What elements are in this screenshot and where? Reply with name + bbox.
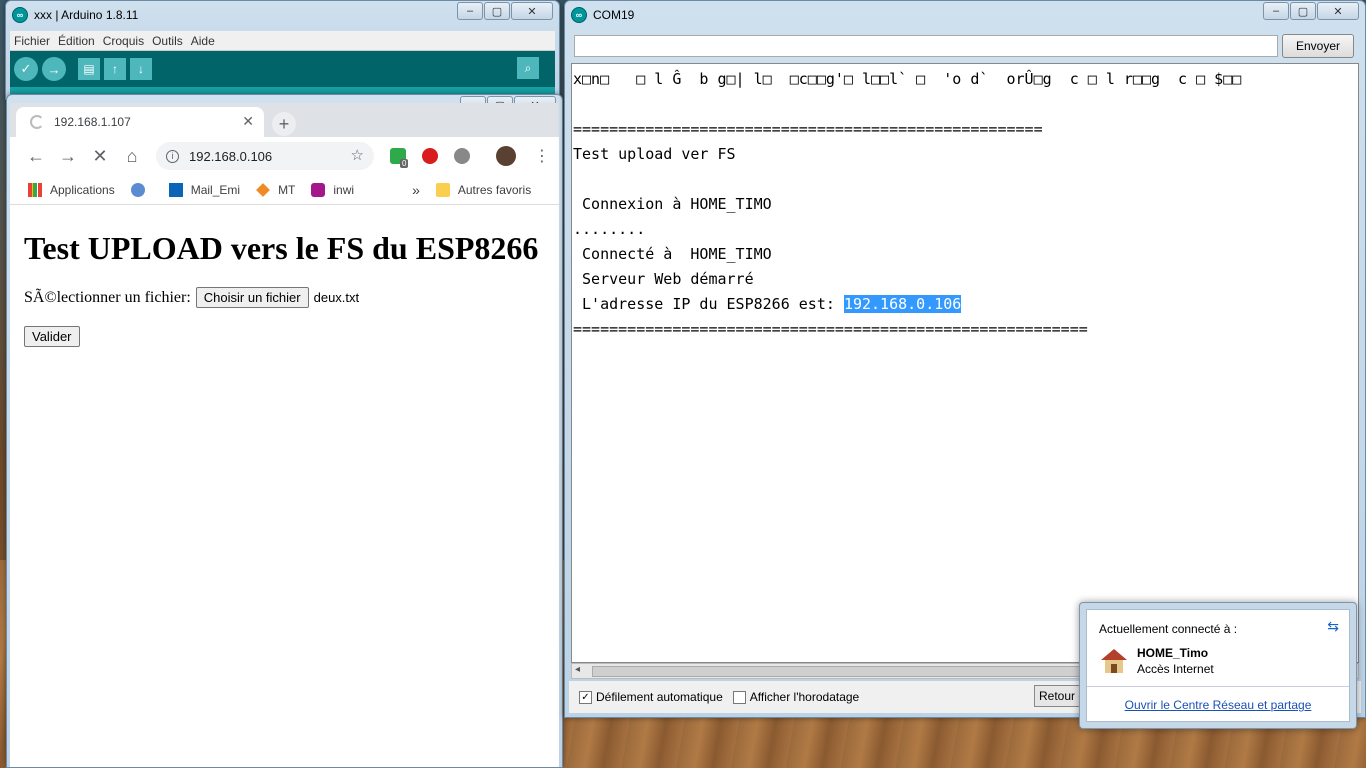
new-tab-button[interactable]: + xyxy=(272,112,296,136)
network-popup: Actuellement connecté à : ⇆ HOME_Timo Ac… xyxy=(1079,602,1357,729)
file-label: SÃ©lectionner un fichier: xyxy=(24,288,191,306)
outlook-icon xyxy=(168,182,183,197)
bookmark-inwi[interactable]: inwi xyxy=(311,182,354,197)
toolbar: ← → ✕ ⌂ i 192.168.0.106 ☆ 0 ⋮ xyxy=(10,137,559,175)
arduino-logo-icon: ∞ xyxy=(571,7,587,23)
output-line: x□n□ □ l Ĝ b g□| l□ □c□□g'□ l□□l` □ 'o … xyxy=(573,70,1242,88)
minimize-button[interactable]: – xyxy=(457,2,483,20)
output-line: ........ xyxy=(573,220,646,238)
folder-icon xyxy=(435,182,450,197)
close-button[interactable]: ✕ xyxy=(511,2,553,20)
address-bar[interactable]: i 192.168.0.106 ☆ xyxy=(156,142,374,170)
new-sketch-icon[interactable]: ▤ xyxy=(78,58,100,80)
bookmark-globe[interactable] xyxy=(130,182,153,197)
maximize-button[interactable]: ▢ xyxy=(1290,2,1316,20)
page-heading: Test UPLOAD vers le FS du ESP8266 xyxy=(24,230,539,266)
more-bookmarks-button[interactable]: » xyxy=(412,182,420,198)
timestamp-checkbox[interactable]: Afficher l'horodatage xyxy=(732,690,859,704)
chrome-window: – ▢ ✕ 192.168.1.107 ✕ + ← → ✕ ⌂ i 192.16… xyxy=(6,94,563,768)
home-network-icon xyxy=(1101,649,1127,673)
save-icon[interactable]: ↓ xyxy=(130,58,152,80)
mt-icon xyxy=(256,182,270,197)
send-button[interactable]: Envoyer xyxy=(1282,34,1354,58)
open-icon[interactable]: ↑ xyxy=(104,58,126,80)
choose-file-button[interactable]: Choisir un fichier xyxy=(195,287,309,308)
menu-edition[interactable]: Édition xyxy=(58,34,95,48)
web-page: Test UPLOAD vers le FS du ESP8266 SÃ©lec… xyxy=(10,206,559,767)
profile-avatar[interactable] xyxy=(496,146,516,166)
window-title: xxx | Arduino 1.8.11 xyxy=(34,8,139,22)
network-name: HOME_Timo xyxy=(1137,646,1209,660)
loading-spinner-icon xyxy=(30,115,44,129)
upload-icon[interactable]: → xyxy=(42,57,66,81)
stop-icon[interactable]: ✕ xyxy=(84,146,116,167)
back-icon[interactable]: ← xyxy=(20,146,52,167)
menu-croquis[interactable]: Croquis xyxy=(103,34,144,48)
bookmarks-bar: Applications Mail_Emi MT inwi » Autres f… xyxy=(10,175,559,205)
globe-icon xyxy=(130,182,145,197)
other-bookmarks-folder[interactable]: Autres favoris xyxy=(435,182,531,197)
network-center-link[interactable]: Ouvrir le Centre Réseau et partage xyxy=(1087,698,1349,712)
chrome-menu-icon[interactable]: ⋮ xyxy=(534,146,550,166)
serial-input-field[interactable] xyxy=(574,35,1278,57)
site-info-icon[interactable]: i xyxy=(166,149,179,163)
selected-ip-address: 192.168.0.106 xyxy=(843,295,962,313)
bookmark-mt[interactable]: MT xyxy=(256,183,295,197)
arduino-window: ∞ xxx | Arduino 1.8.11 – ▢ ✕ Fichier Édi… xyxy=(5,0,560,100)
serial-monitor-icon[interactable]: ⌕ xyxy=(517,57,539,79)
browser-tab[interactable]: 192.168.1.107 ✕ xyxy=(16,107,264,137)
output-line: Serveur Web démarré xyxy=(573,270,754,288)
tab-close-icon[interactable]: ✕ xyxy=(242,113,254,130)
home-icon[interactable]: ⌂ xyxy=(116,146,148,167)
menu-outils[interactable]: Outils xyxy=(152,34,183,48)
output-line: ========================================… xyxy=(573,320,1088,338)
menu-fichier[interactable]: Fichier xyxy=(14,34,50,48)
popup-header: Actuellement connecté à : xyxy=(1099,622,1238,636)
tab-strip: 192.168.1.107 ✕ + xyxy=(10,103,559,137)
inwi-icon xyxy=(311,182,326,197)
chosen-file-name: deux.txt xyxy=(313,290,360,305)
bookmark-applications[interactable]: Applications xyxy=(28,182,115,197)
maximize-button[interactable]: ▢ xyxy=(484,2,510,20)
validate-button[interactable]: Valider xyxy=(24,326,80,347)
url-text: 192.168.0.106 xyxy=(189,148,273,164)
menubar: Fichier Édition Croquis Outils Aide xyxy=(10,31,555,51)
output-line: Connecté à HOME_TIMO xyxy=(573,245,772,263)
output-line: ========================================… xyxy=(573,120,1043,138)
forward-icon[interactable]: → xyxy=(52,146,84,167)
checked-icon: ✓ xyxy=(579,690,592,704)
window-title: COM19 xyxy=(593,8,635,22)
bookmark-mail-emi[interactable]: Mail_Emi xyxy=(168,182,240,197)
arduino-toolbar: ✓ → ▤ ↑ ↓ ⌕ xyxy=(10,51,555,87)
network-status: Accès Internet xyxy=(1137,662,1214,676)
tab-title: 192.168.1.107 xyxy=(54,115,131,129)
menu-aide[interactable]: Aide xyxy=(191,34,215,48)
output-line: Test upload ver FS xyxy=(573,145,736,163)
refresh-icon[interactable]: ⇆ xyxy=(1327,618,1339,635)
serial-titlebar[interactable]: ∞ COM19 xyxy=(565,1,1365,29)
minimize-button[interactable]: – xyxy=(1263,2,1289,20)
output-line-ip: L'adresse IP du ESP8266 est: 192.168.0.1… xyxy=(573,295,962,313)
output-line: Connexion à HOME_TIMO xyxy=(573,195,772,213)
serial-output[interactable]: x□n□ □ l Ĝ b g□| l□ □c□□g'□ l□□l` □ 'o … xyxy=(571,63,1359,663)
extension-circle-icon[interactable] xyxy=(454,148,470,164)
scroll-left-icon[interactable]: ◂ xyxy=(575,664,580,675)
extension-badge: 0 xyxy=(400,159,409,168)
arduino-logo-icon: ∞ xyxy=(12,7,28,23)
opera-icon[interactable] xyxy=(422,148,438,164)
scrollbar-thumb[interactable] xyxy=(592,666,1152,677)
bookmark-star-icon[interactable]: ☆ xyxy=(351,146,364,164)
file-row: SÃ©lectionner un fichier: Choisir un fic… xyxy=(24,287,545,308)
verify-icon[interactable]: ✓ xyxy=(14,57,38,81)
apps-grid-icon xyxy=(28,182,42,197)
close-button[interactable]: ✕ xyxy=(1317,2,1359,20)
autoscroll-checkbox[interactable]: ✓ Défilement automatique xyxy=(579,690,723,704)
